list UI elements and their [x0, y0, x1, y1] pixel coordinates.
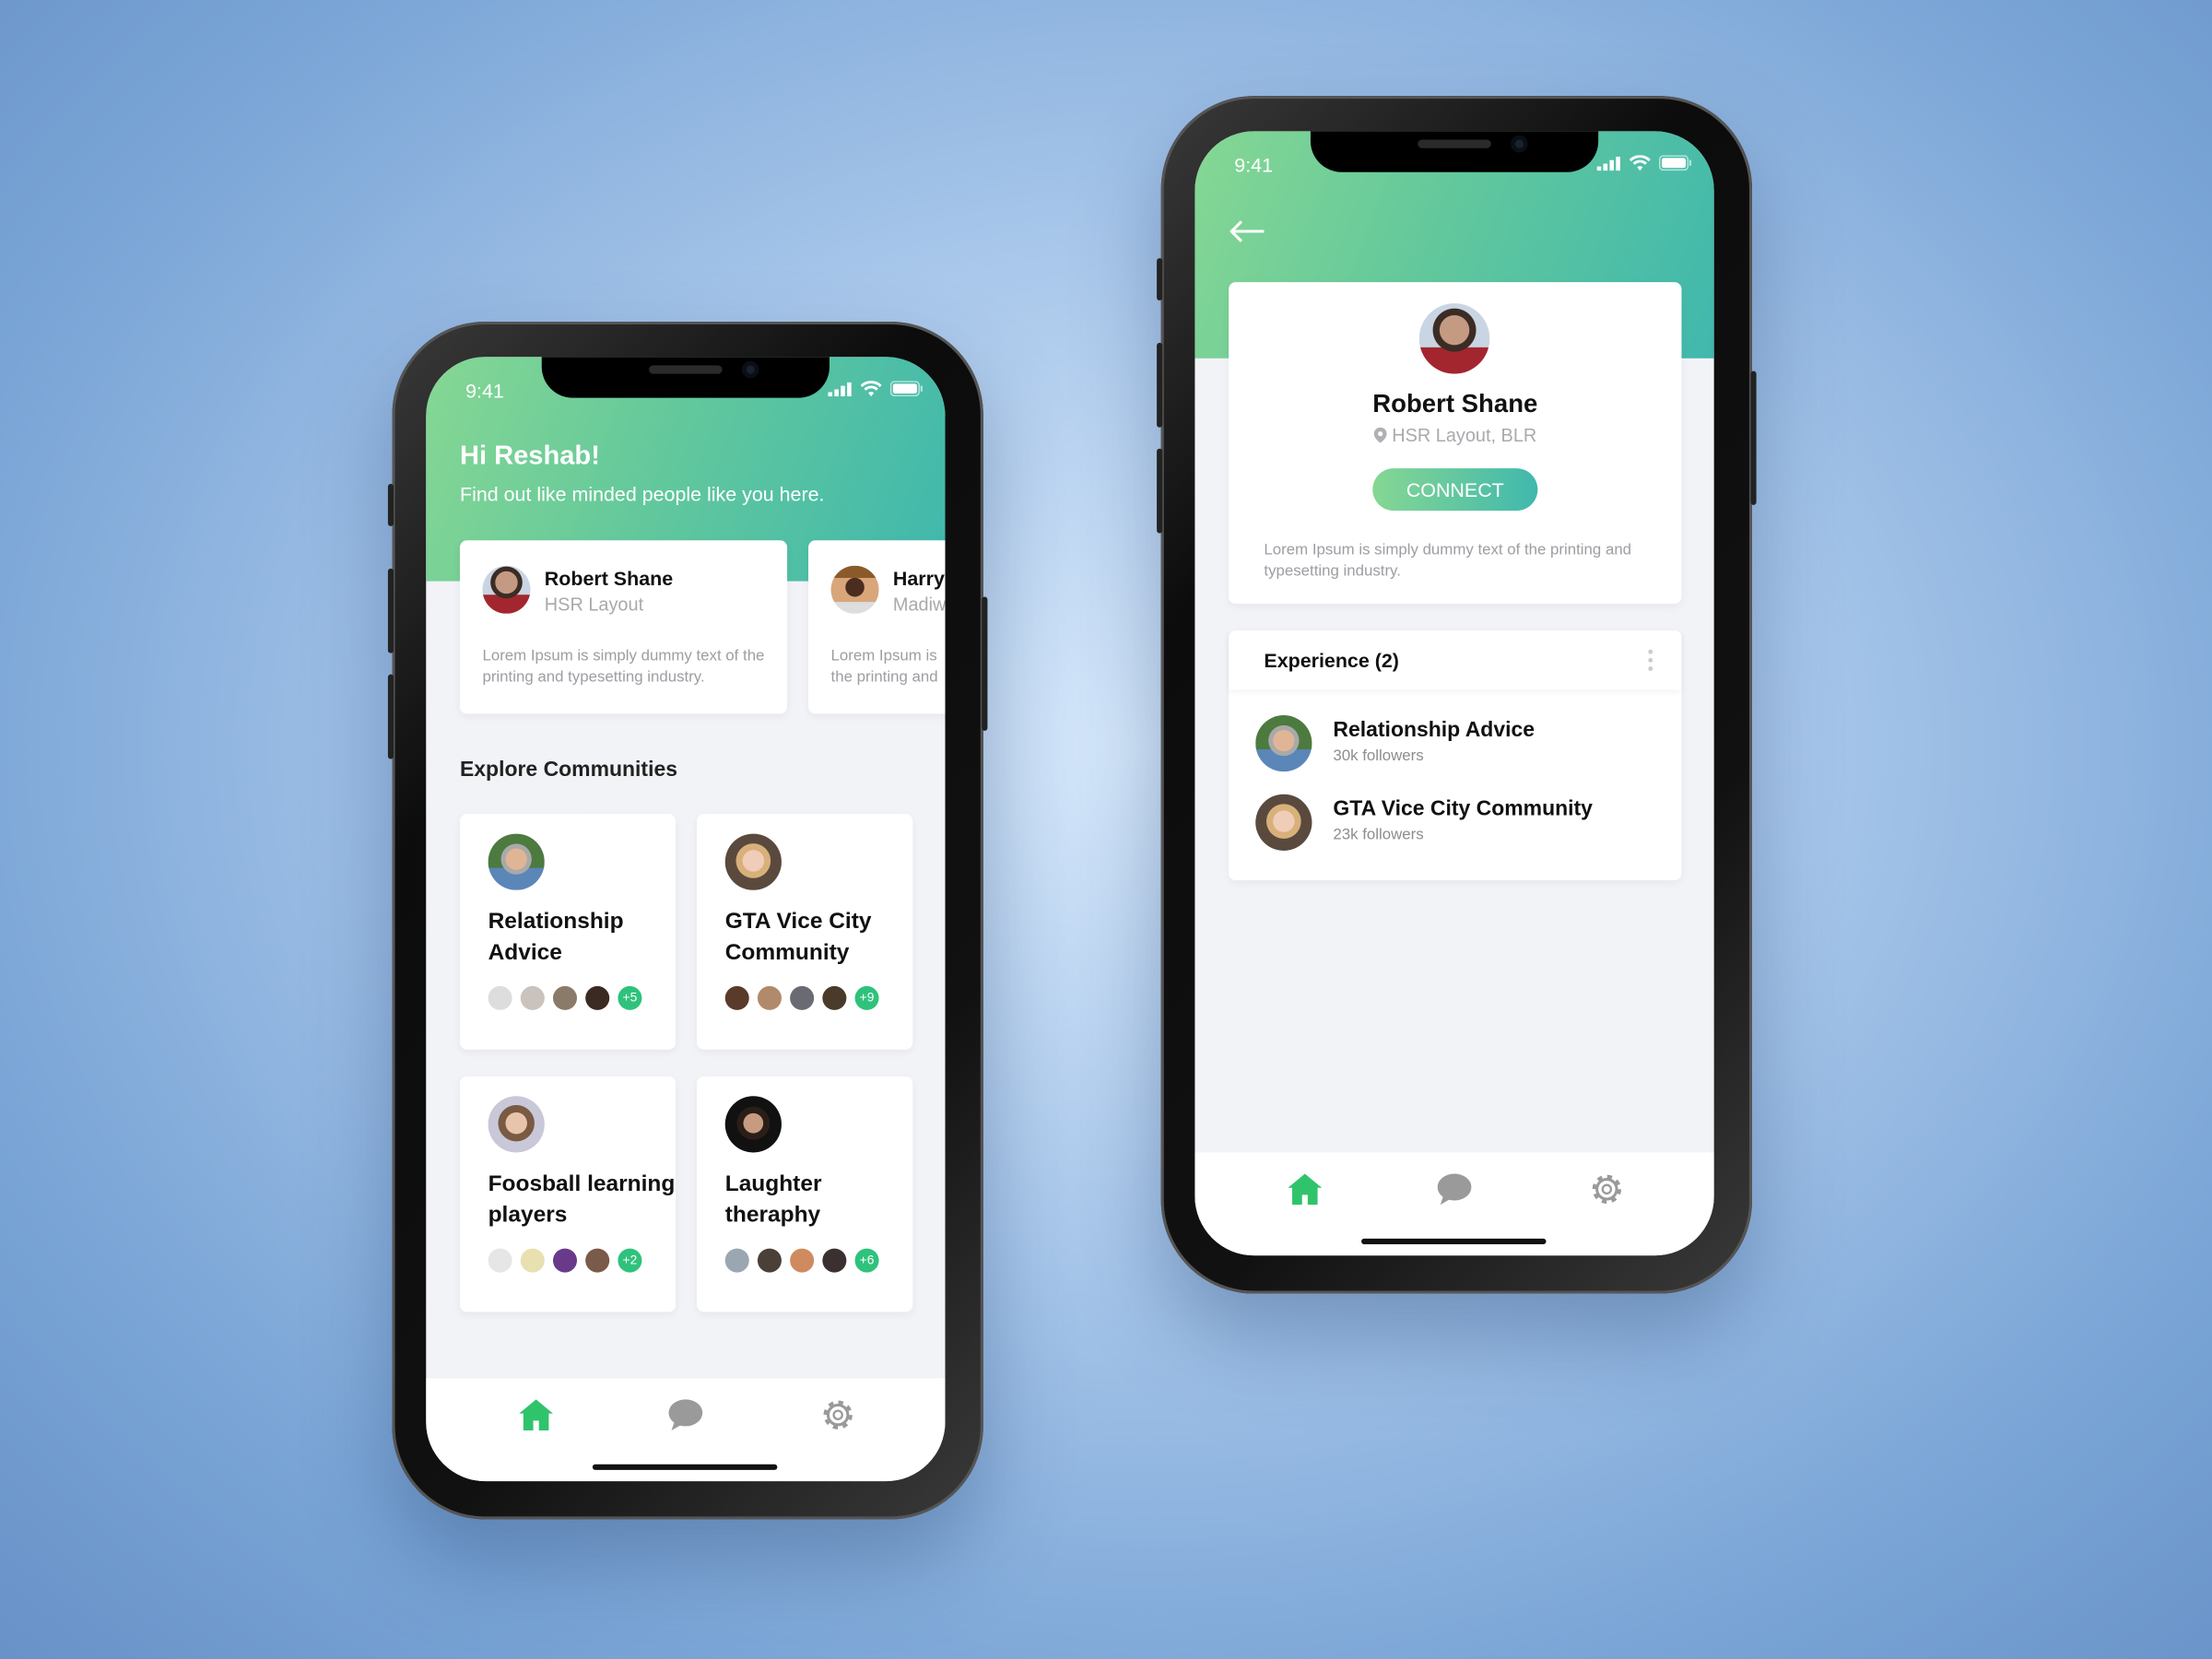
profile-name: Robert Shane — [1372, 389, 1538, 418]
person-card[interactable]: Robert Shane HSR Layout Lorem Ipsum is s… — [459, 540, 788, 714]
experience-card: Experience (2) Relationship Advice 30k f… — [1229, 630, 1682, 881]
battery-icon — [1658, 155, 1692, 171]
experience-header: Experience (2) — [1229, 630, 1681, 689]
chat-icon[interactable] — [1435, 1170, 1475, 1209]
back-arrow-icon[interactable] — [1229, 218, 1265, 244]
member-avatars: +5 — [488, 985, 642, 1010]
community-title: Relationship — [488, 910, 624, 935]
bottom-nav — [1194, 1152, 1714, 1256]
side-button — [1157, 258, 1163, 301]
profile-screen: 9:41 Robert Shane HSR Layout, BLR CONNEC… — [1194, 131, 1714, 1256]
side-button — [1157, 448, 1163, 534]
experience-item-followers: 30k followers — [1333, 747, 1424, 765]
side-button — [387, 674, 394, 759]
profile-card: Robert Shane HSR Layout, BLR CONNECT Lor… — [1229, 282, 1682, 605]
community-title: Advice — [488, 940, 562, 965]
side-button — [982, 596, 988, 731]
side-button — [387, 568, 394, 653]
person-bio: Lorem Ipsum is the printing and — [830, 647, 938, 686]
experience-avatar — [1255, 715, 1312, 772]
community-card[interactable]: Laughter theraphy +6 — [697, 1076, 913, 1312]
community-avatar — [724, 1096, 782, 1153]
person-name: Robert Shane — [544, 567, 674, 590]
community-avatar — [488, 833, 545, 890]
community-avatar — [488, 1096, 545, 1153]
side-button — [387, 483, 394, 526]
more-options-icon[interactable] — [1648, 649, 1653, 671]
person-bio: Lorem Ipsum is simply dummy text of the … — [482, 647, 765, 686]
community-title: Laughter — [724, 1171, 822, 1196]
person-name: Harry — [892, 567, 945, 590]
home-icon[interactable] — [1285, 1170, 1324, 1209]
side-button — [1157, 342, 1163, 428]
settings-icon[interactable] — [1587, 1170, 1627, 1209]
member-avatars: +6 — [724, 1248, 879, 1273]
member-count-badge: +5 — [618, 985, 642, 1010]
experience-avatar — [1255, 794, 1312, 851]
home-icon[interactable] — [516, 1395, 556, 1435]
community-card[interactable]: Relationship Advice +5 — [459, 814, 677, 1050]
experience-title: Experience (2) — [1264, 649, 1399, 672]
person-location: Madiw — [892, 594, 946, 616]
location-pin-icon — [1373, 427, 1387, 443]
status-icons — [828, 381, 924, 397]
side-button — [1750, 371, 1757, 505]
avatar — [830, 565, 879, 614]
notch — [1310, 131, 1599, 172]
phone-home: 9:41 Hi Reshab! Find out like minded peo… — [387, 321, 988, 1520]
greeting: Hi Reshab! — [459, 441, 600, 472]
experience-item[interactable]: Relationship Advice 30k followers — [1229, 715, 1681, 772]
wifi-icon — [1629, 155, 1651, 171]
wifi-icon — [860, 381, 882, 397]
member-avatars: +9 — [724, 985, 879, 1010]
member-count-badge: +2 — [618, 1248, 642, 1273]
community-card[interactable]: GTA Vice City Community +9 — [697, 814, 913, 1050]
community-title: Community — [724, 940, 850, 965]
experience-item[interactable]: GTA Vice City Community 23k followers — [1229, 794, 1681, 851]
member-count-badge: +9 — [854, 985, 879, 1010]
profile-bio: Lorem Ipsum is simply dummy text of the … — [1264, 541, 1632, 581]
community-title: players — [488, 1203, 568, 1228]
phone-profile: 9:41 Robert Shane HSR Layout, BLR CONNEC… — [1157, 96, 1757, 1294]
experience-item-title: GTA Vice City Community — [1333, 796, 1593, 821]
bottom-nav — [426, 1378, 946, 1482]
community-title: Foosball learning — [488, 1171, 676, 1196]
home-indicator — [592, 1464, 778, 1470]
community-title: GTA Vice City — [724, 910, 872, 935]
person-location: HSR Layout — [544, 594, 644, 616]
subtitle: Find out like minded people like you her… — [459, 482, 825, 505]
status-time: 9:41 — [1234, 153, 1273, 177]
community-card[interactable]: Foosball learning players +2 — [459, 1076, 677, 1312]
experience-item-followers: 23k followers — [1333, 826, 1424, 844]
section-title: Explore Communities — [459, 757, 677, 782]
profile-location: HSR Layout, BLR — [1229, 425, 1681, 446]
person-card[interactable]: Harry Madiw Lorem Ipsum is the printing … — [808, 540, 946, 714]
member-avatars: +2 — [488, 1248, 642, 1273]
connect-button[interactable]: CONNECT — [1372, 468, 1538, 512]
profile-avatar — [1418, 303, 1490, 374]
home-screen: 9:41 Hi Reshab! Find out like minded peo… — [426, 357, 946, 1482]
community-avatar — [724, 833, 782, 890]
avatar — [482, 565, 531, 614]
status-time: 9:41 — [465, 379, 504, 403]
signal-icon — [828, 382, 852, 396]
notch — [541, 357, 830, 398]
community-title: theraphy — [724, 1203, 821, 1228]
settings-icon[interactable] — [818, 1395, 858, 1435]
chat-icon[interactable] — [665, 1395, 705, 1435]
member-count-badge: +6 — [854, 1248, 879, 1273]
home-indicator — [1361, 1238, 1547, 1244]
profile-location-text: HSR Layout, BLR — [1392, 424, 1537, 446]
status-icons — [1596, 155, 1692, 171]
battery-icon — [889, 381, 924, 397]
experience-item-title: Relationship Advice — [1333, 718, 1535, 743]
signal-icon — [1596, 156, 1620, 171]
